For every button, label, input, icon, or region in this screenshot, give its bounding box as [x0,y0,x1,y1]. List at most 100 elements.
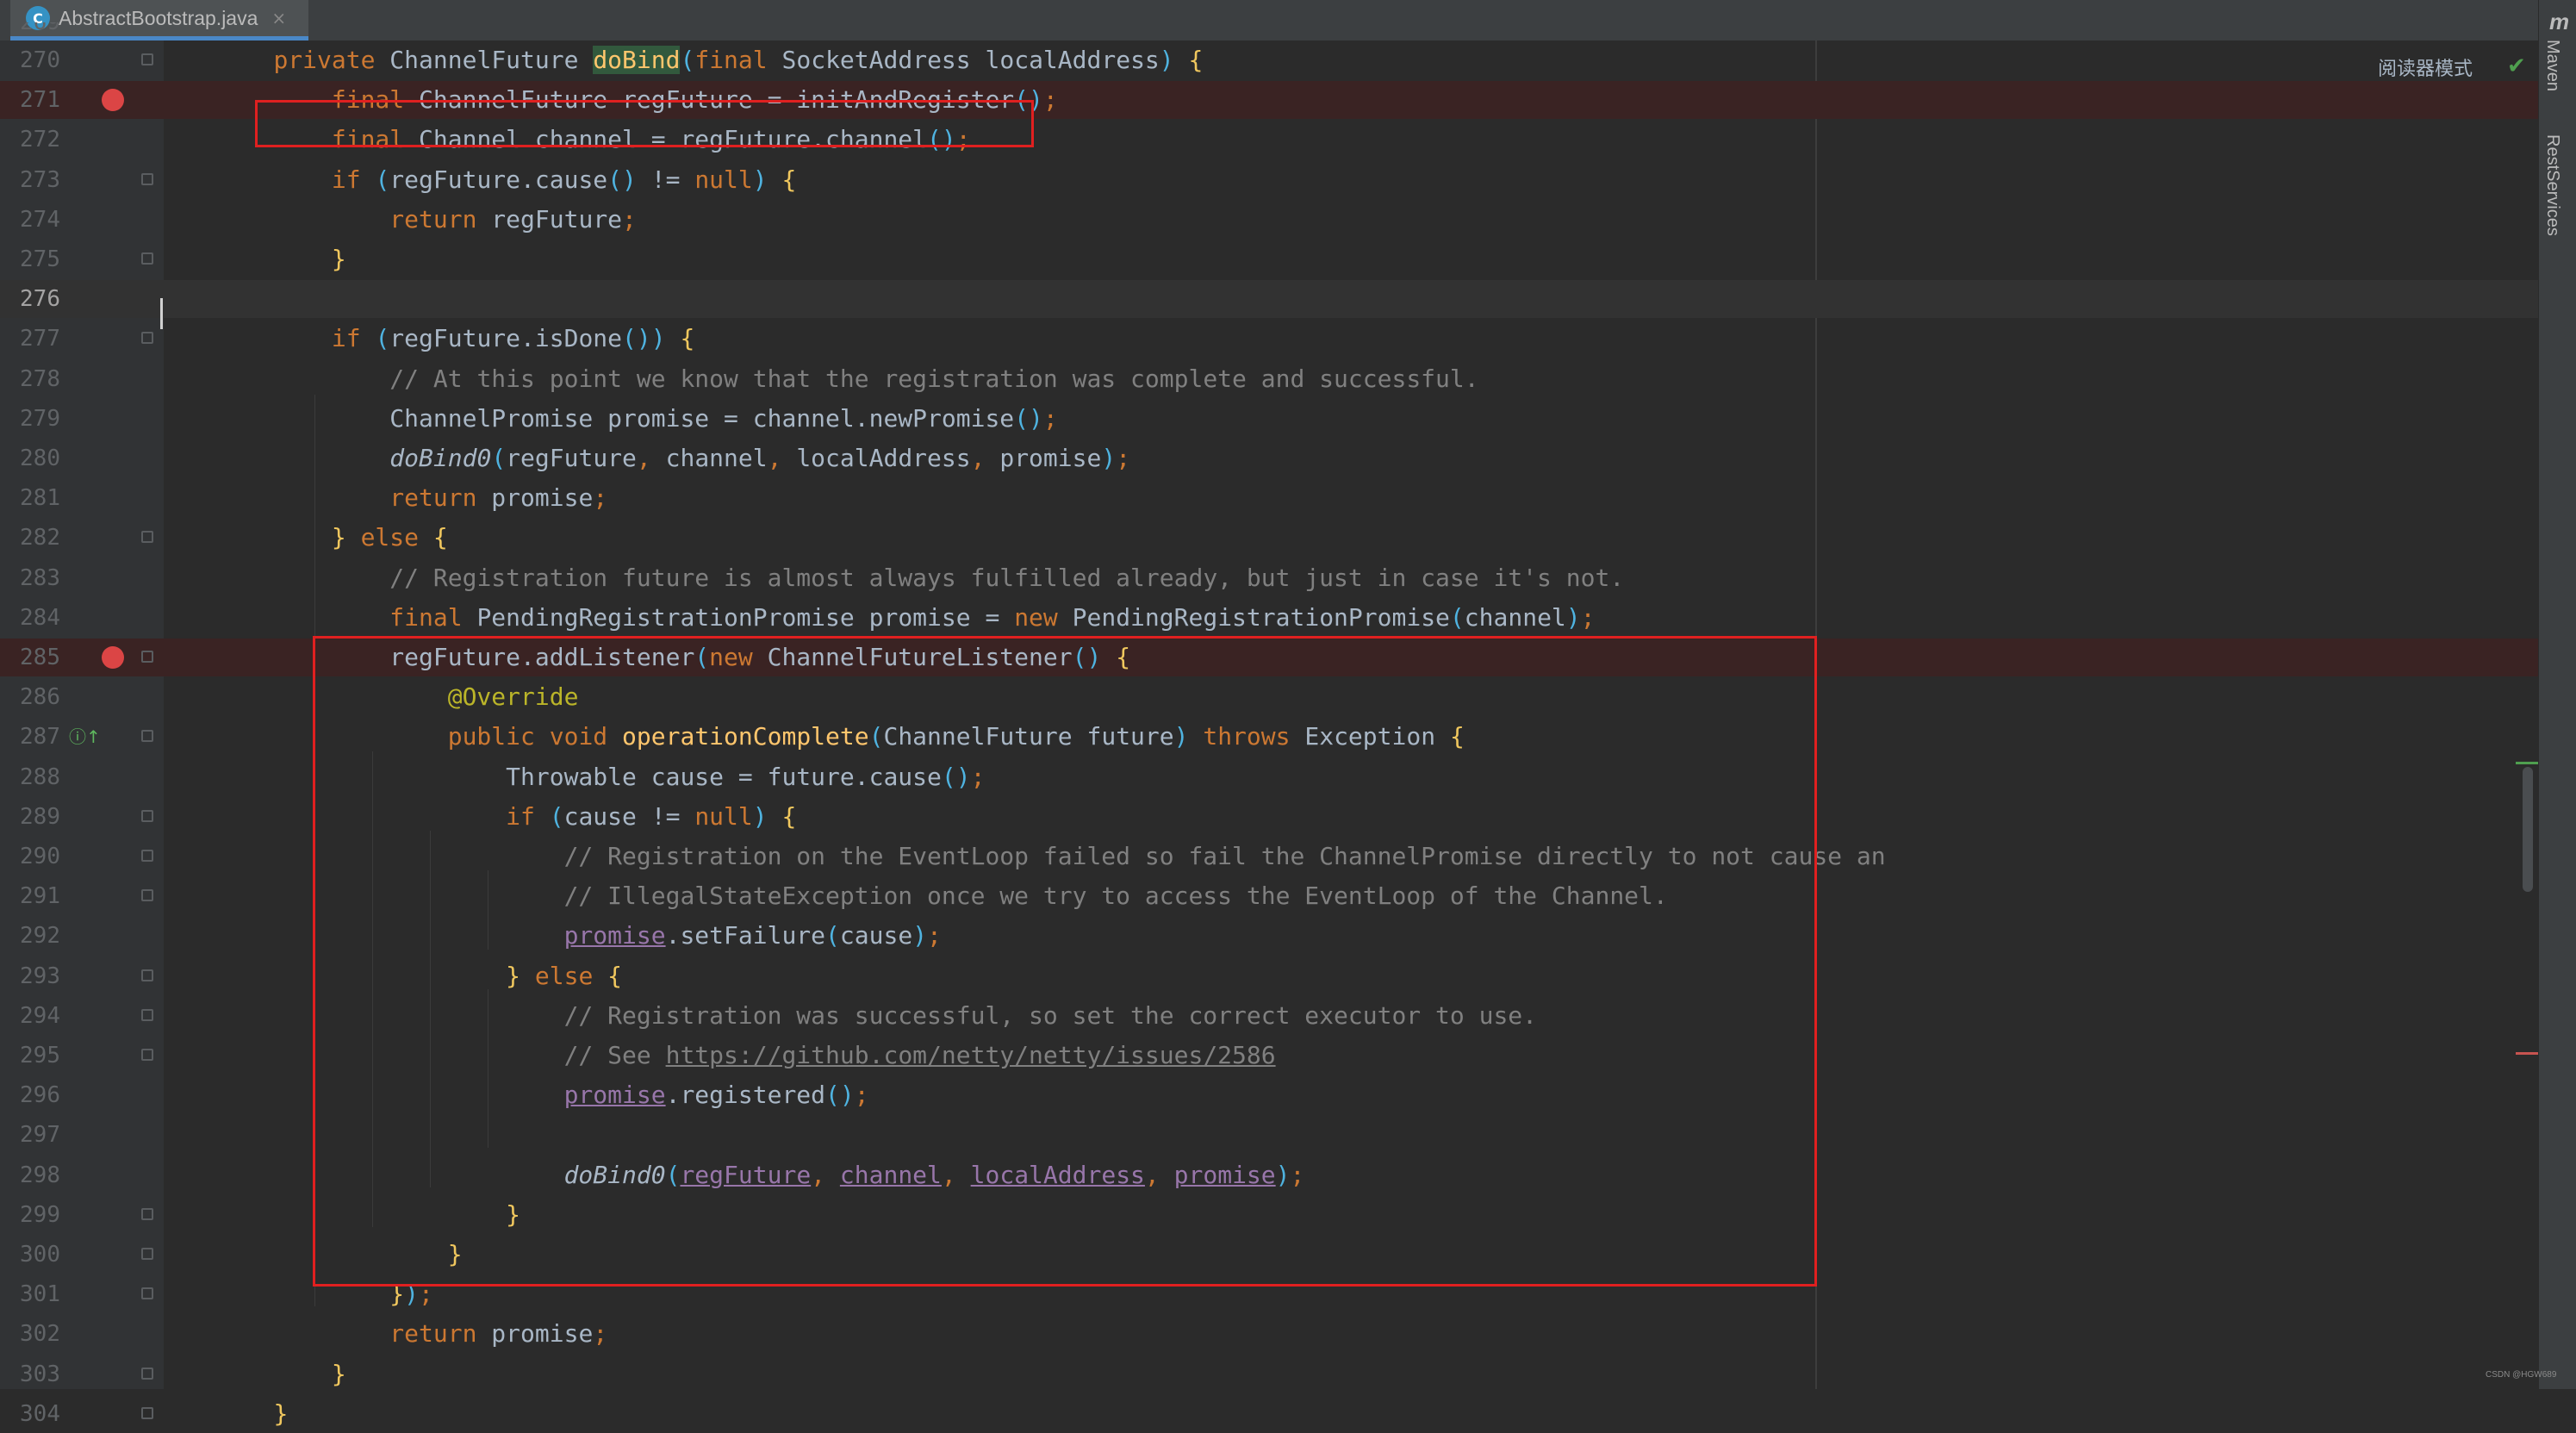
code-line[interactable]: 304 } [0,1395,2538,1433]
code-line[interactable]: 275 } [0,240,2538,278]
line-number[interactable]: 277 [0,320,60,358]
line-number[interactable]: 274 [0,201,60,239]
code-text[interactable]: private ChannelFuture doBind(final Socke… [215,41,1203,79]
code-text[interactable]: return promise; [215,1315,607,1353]
line-number[interactable]: 276 [0,280,60,318]
line-number: 269 [20,22,60,35]
breakpoint-icon[interactable] [102,646,124,669]
fold-toggle-icon[interactable] [141,809,153,822]
fold-toggle-icon[interactable] [141,172,153,185]
fold-toggle-icon[interactable] [141,531,153,544]
line-number[interactable]: 278 [0,360,60,398]
line-number[interactable]: 271 [0,81,60,119]
line-number[interactable]: 283 [0,559,60,597]
line-number[interactable]: 286 [0,678,60,716]
fold-toggle-icon[interactable] [141,1049,153,1061]
rest-services-tool-button[interactable]: RestServices [2542,134,2562,236]
inspection-ok-icon[interactable]: ✔ [2507,53,2526,79]
code-line[interactable]: 281 return promise; [0,479,2538,517]
code-text[interactable]: return regFuture; [215,201,637,239]
code-text[interactable]: // At this point we know that the regist… [215,360,1478,398]
fold-toggle-icon[interactable] [141,1367,153,1380]
code-line[interactable]: 274 return regFuture; [0,201,2538,239]
text-caret [160,298,163,329]
code-text[interactable]: } [215,1395,288,1433]
line-number[interactable]: 279 [0,400,60,438]
fold-toggle-icon[interactable] [141,1287,153,1300]
maven-logo-icon[interactable]: m [2549,9,2569,35]
highlight-box-add-listener [313,636,1817,1287]
line-number[interactable]: 272 [0,121,60,159]
line-number[interactable]: 280 [0,439,60,477]
line-number[interactable]: 295 [0,1037,60,1075]
code-line[interactable]: 273 if (regFuture.cause() != null) { [0,161,2538,199]
vertical-scrollbar-thumb[interactable] [2523,767,2533,892]
change-marker [2516,762,2538,764]
line-number[interactable]: 302 [0,1315,60,1353]
line-number[interactable]: 298 [0,1156,60,1194]
code-text[interactable]: return promise; [215,479,607,517]
line-number[interactable]: 300 [0,1236,60,1274]
reader-mode-button[interactable]: 阅读器模式 [2378,53,2473,81]
code-line[interactable]: 276 [0,280,2538,319]
implements-method-icon[interactable]: ⓘ↑ [69,726,101,747]
fold-toggle-icon[interactable] [141,1248,153,1260]
fold-toggle-icon[interactable] [141,252,153,265]
code-text[interactable]: ChannelPromise promise = channel.newProm… [215,400,1057,438]
line-number[interactable]: 301 [0,1275,60,1313]
line-number[interactable]: 291 [0,877,60,915]
line-number[interactable]: 284 [0,599,60,637]
fold-toggle-icon[interactable] [141,1207,153,1220]
right-tool-window-bar: m Maven RestServices [2538,0,2576,1389]
code-text[interactable]: if (regFuture.cause() != null) { [215,161,796,199]
line-number[interactable]: 281 [0,479,60,517]
line-number[interactable]: 304 [0,1395,60,1433]
fold-toggle-icon[interactable] [141,730,153,743]
line-number[interactable]: 299 [0,1196,60,1234]
code-line[interactable]: 277 if (regFuture.isDone()) { [0,320,2538,358]
line-number[interactable]: 273 [0,161,60,199]
fold-toggle-icon[interactable] [141,1406,153,1419]
fold-toggle-icon[interactable] [141,1008,153,1021]
fold-toggle-icon[interactable] [141,969,153,981]
fold-toggle-icon[interactable] [141,53,153,65]
maven-tool-button[interactable]: Maven [2542,40,2562,91]
fold-toggle-icon[interactable] [141,850,153,862]
code-text[interactable]: } [215,240,346,278]
line-number[interactable]: 282 [0,519,60,557]
code-text[interactable]: doBind0(regFuture, channel, localAddress… [215,439,1130,477]
line-number[interactable]: 285 [0,639,60,676]
code-line[interactable]: 280 doBind0(regFuture, channel, localAdd… [0,439,2538,477]
code-line[interactable]: 270 private ChannelFuture doBind(final S… [0,41,2538,79]
line-number[interactable]: 303 [0,1355,60,1393]
line-number[interactable]: 290 [0,838,60,875]
code-line[interactable]: 278 // At this point we know that the re… [0,360,2538,398]
code-line[interactable]: 282 } else { [0,519,2538,557]
line-number[interactable]: 292 [0,917,60,955]
highlight-box-init-and-register [255,100,1034,147]
line-number[interactable]: 287 [0,718,60,756]
line-number[interactable]: 270 [0,41,60,79]
code-text[interactable]: // Registration future is almost always … [215,559,1624,597]
line-number[interactable]: 296 [0,1076,60,1114]
line-number[interactable]: 289 [0,798,60,836]
code-line[interactable]: 302 return promise; [0,1315,2538,1353]
code-text[interactable]: } [215,1355,346,1393]
fold-toggle-icon[interactable] [141,332,153,345]
code-line[interactable]: 284 final PendingRegistrationPromise pro… [0,599,2538,637]
line-number[interactable]: 297 [0,1116,60,1154]
code-text[interactable]: if (regFuture.isDone()) { [215,320,694,358]
code-line-partial: 269 [0,22,2538,41]
code-line[interactable]: 303 } [0,1355,2538,1393]
breakpoint-icon[interactable] [102,89,124,112]
line-number[interactable]: 275 [0,240,60,278]
line-number[interactable]: 288 [0,758,60,796]
code-line[interactable]: 283 // Registration future is almost alw… [0,559,2538,597]
code-text[interactable]: final PendingRegistrationPromise promise… [215,599,1595,637]
fold-toggle-icon[interactable] [141,651,153,663]
code-text[interactable]: } else { [215,519,448,557]
line-number[interactable]: 293 [0,957,60,995]
code-line[interactable]: 279 ChannelPromise promise = channel.new… [0,400,2538,438]
fold-toggle-icon[interactable] [141,889,153,902]
line-number[interactable]: 294 [0,997,60,1035]
